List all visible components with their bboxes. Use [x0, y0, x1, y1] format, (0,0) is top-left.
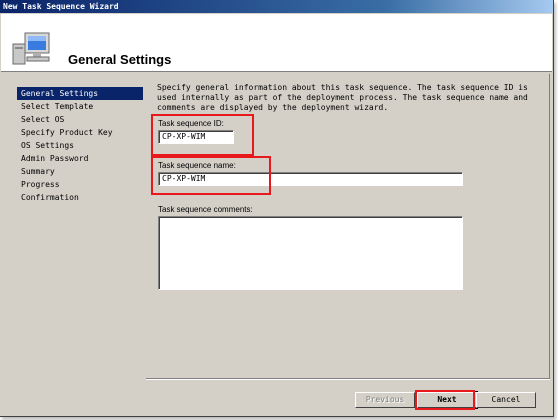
- nav-item-admin-password[interactable]: Admin Password: [17, 152, 143, 165]
- task-sequence-name-input[interactable]: CP-XP-WIM: [158, 172, 463, 186]
- footer-divider: [146, 378, 550, 380]
- nav-item-select-os[interactable]: Select OS: [17, 113, 143, 126]
- task-sequence-comments-label: Task sequence comments:: [158, 205, 253, 214]
- cancel-button[interactable]: Cancel: [476, 392, 536, 408]
- nav-item-os-settings[interactable]: OS Settings: [17, 139, 143, 152]
- wizard-window: New Task Sequence Wizard General Setting…: [0, 0, 554, 417]
- task-sequence-id-label: Task sequence ID:: [158, 119, 224, 128]
- next-button[interactable]: Next: [416, 391, 478, 409]
- previous-button[interactable]: Previous: [355, 392, 415, 408]
- task-sequence-name-label: Task sequence name:: [158, 161, 236, 170]
- settings-panel: Specify general information about this t…: [146, 74, 550, 378]
- window-title: New Task Sequence Wizard: [0, 0, 553, 13]
- nav-item-select-template[interactable]: Select Template: [17, 100, 143, 113]
- nav-item-general-settings[interactable]: General Settings: [17, 87, 143, 100]
- task-sequence-comments-textarea[interactable]: [158, 216, 463, 290]
- wizard-header: General Settings: [1, 14, 552, 72]
- nav-item-specify-product-key[interactable]: Specify Product Key: [17, 126, 143, 139]
- nav-item-confirmation[interactable]: Confirmation: [17, 191, 143, 204]
- task-sequence-id-input[interactable]: CP-XP-WIM: [158, 130, 234, 144]
- computer-monitor-icon: [12, 32, 50, 65]
- nav-item-summary[interactable]: Summary: [17, 165, 143, 178]
- wizard-step-list: General Settings Select Template Select …: [17, 87, 143, 204]
- description-text: Specify general information about this t…: [157, 83, 528, 112]
- nav-item-progress[interactable]: Progress: [17, 178, 143, 191]
- page-title: General Settings: [68, 52, 172, 67]
